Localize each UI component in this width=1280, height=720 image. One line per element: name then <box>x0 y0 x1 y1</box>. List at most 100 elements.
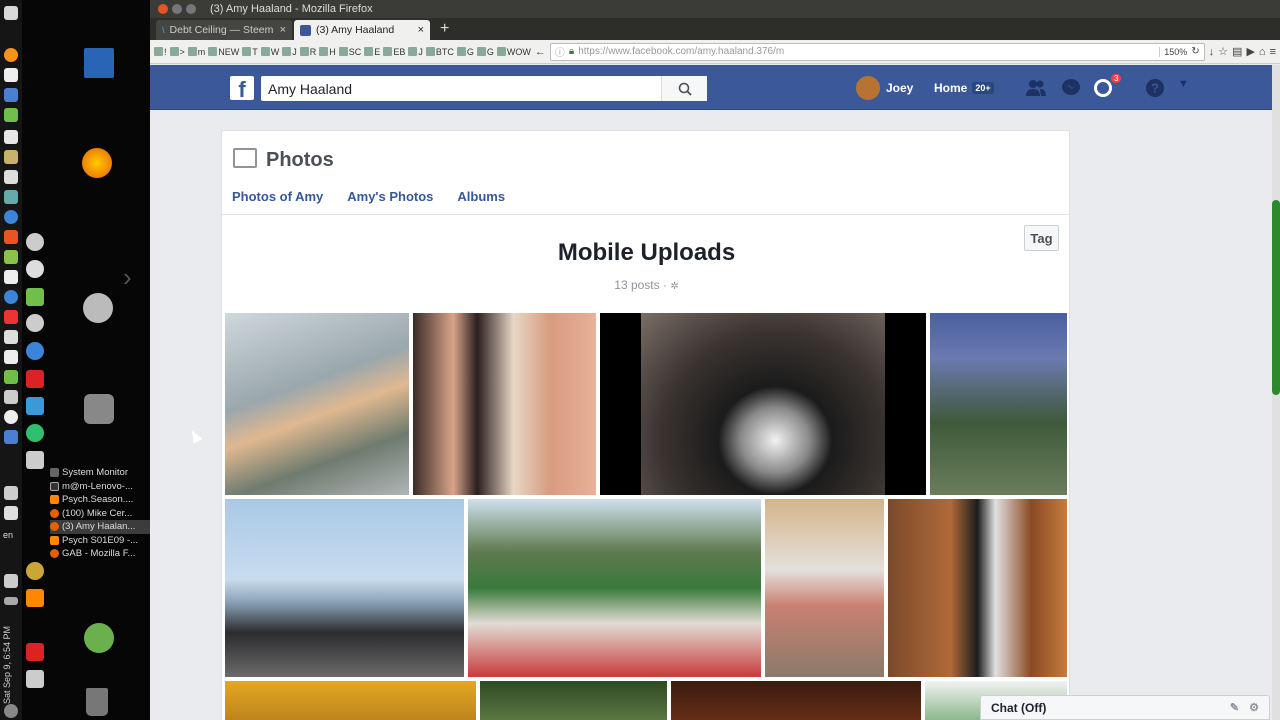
app-icon[interactable] <box>4 108 18 122</box>
app-icon[interactable] <box>4 170 18 184</box>
photo-gallery-bottom-2[interactable] <box>480 681 667 720</box>
window-list-item[interactable]: (100) Mike Cer... <box>50 507 150 521</box>
back-button[interactable]: ← <box>535 46 546 58</box>
app-icon[interactable] <box>26 451 44 469</box>
chat-bar[interactable]: Chat (Off) ✎ ⚙ <box>980 695 1270 720</box>
friend-requests-icon[interactable] <box>1025 78 1047 98</box>
photo-marathon-runners[interactable] <box>765 499 884 677</box>
profile-link[interactable]: Joey <box>856 76 913 100</box>
bookmark-item[interactable]: J <box>408 47 423 57</box>
app-icon[interactable] <box>26 342 44 360</box>
help-icon[interactable]: ? <box>1144 78 1166 98</box>
compose-icon[interactable]: ✎ <box>1230 701 1239 714</box>
messenger-icon[interactable] <box>1060 78 1082 98</box>
app-icon[interactable] <box>4 330 18 344</box>
clock[interactable]: Sat Sep 9, 6:54 PM <box>2 614 18 704</box>
app-icon[interactable] <box>26 397 44 415</box>
photo-three-women[interactable] <box>413 313 596 495</box>
bookmark-item[interactable]: G <box>476 47 494 57</box>
page-scrollbar[interactable] <box>1272 65 1280 720</box>
app-icon[interactable] <box>26 233 44 251</box>
app-icon[interactable] <box>26 288 44 306</box>
gear-icon[interactable]: ⚙ <box>1249 701 1259 714</box>
battery-icon[interactable] <box>4 597 18 605</box>
photo-woman-ferris-wheel[interactable] <box>225 313 409 495</box>
window-list-item[interactable]: GAB - Mozilla F... <box>50 547 150 561</box>
bookmark-item[interactable]: NEW <box>208 47 239 57</box>
bookmark-star-icon[interactable]: ☆ <box>1218 45 1228 58</box>
tab-steem[interactable]: \ Debt Ceiling — Steem × <box>156 20 292 40</box>
search-input[interactable] <box>261 76 661 101</box>
window-list-item[interactable]: Psych.Season.... <box>50 493 150 507</box>
user-icon[interactable] <box>84 623 114 653</box>
bookmark-item[interactable]: BTC <box>425 47 454 57</box>
photo-dog-on-stairs[interactable] <box>888 499 1067 677</box>
home-icon[interactable]: ⌂ <box>1259 46 1266 58</box>
new-tab-button[interactable]: + <box>432 20 457 40</box>
facebook-logo-icon[interactable]: f <box>230 76 254 100</box>
bookmark-item[interactable]: J <box>282 47 297 57</box>
trash-icon[interactable] <box>86 688 108 716</box>
bookmark-item[interactable]: E <box>364 47 380 57</box>
app-icon[interactable] <box>4 68 18 82</box>
window-list-item[interactable]: System Monitor <box>50 466 150 480</box>
youtube-icon[interactable]: ▶ <box>1246 45 1254 58</box>
network-icon[interactable] <box>4 486 18 500</box>
app-icon[interactable] <box>26 670 44 688</box>
bookmark-item[interactable]: SC <box>338 47 361 57</box>
app-icon[interactable] <box>4 270 18 284</box>
bookmark-item[interactable]: R <box>299 47 316 57</box>
close-tab-icon[interactable]: × <box>418 24 424 36</box>
app-icon[interactable] <box>83 293 113 323</box>
maximize-window-button[interactable] <box>186 4 196 14</box>
power-icon[interactable] <box>4 704 18 718</box>
vlc-icon[interactable] <box>26 589 44 607</box>
volume-icon[interactable] <box>4 574 18 588</box>
app-icon[interactable] <box>26 260 44 278</box>
app-icon[interactable] <box>4 48 18 62</box>
window-list-item[interactable]: Psych S01E09 -... <box>50 534 150 548</box>
home-link[interactable]: Home 20+ <box>934 81 994 95</box>
app-icon[interactable] <box>4 150 18 164</box>
photo-gallery-bottom-3[interactable] <box>671 681 921 720</box>
lang-indicator[interactable]: en <box>3 530 17 544</box>
window-list-item[interactable]: (3) Amy Haalan... <box>50 520 150 534</box>
document-icon[interactable] <box>84 48 114 78</box>
app-icon[interactable] <box>4 410 18 424</box>
bookmark-item[interactable]: EB <box>383 47 405 57</box>
scrollbar-thumb[interactable] <box>1272 200 1280 395</box>
firefox-icon[interactable] <box>82 148 112 178</box>
account-dropdown-icon[interactable]: ▼ <box>1178 78 1189 90</box>
bookmark-item[interactable]: m <box>187 47 205 57</box>
close-tab-icon[interactable]: × <box>280 24 286 36</box>
bookmark-item[interactable]: > <box>169 47 185 57</box>
filezilla-icon[interactable] <box>26 643 44 661</box>
bookmark-item[interactable]: W <box>260 47 279 57</box>
library-icon[interactable]: ▤ <box>1232 45 1242 58</box>
photo-festival-girls[interactable] <box>930 313 1067 495</box>
telegram-icon[interactable] <box>26 424 44 442</box>
tab-facebook[interactable]: (3) Amy Haaland × <box>294 20 430 40</box>
app-icon[interactable] <box>4 6 18 20</box>
reload-icon[interactable]: ↻ <box>1191 46 1199 57</box>
search-button[interactable] <box>661 76 707 101</box>
photo-gallery-bottom-1[interactable] <box>225 681 476 720</box>
terminal-icon[interactable] <box>4 506 18 520</box>
filezilla-icon[interactable] <box>26 370 44 388</box>
app-icon[interactable] <box>4 250 18 264</box>
app-icon[interactable] <box>4 290 18 304</box>
app-icon[interactable] <box>4 310 18 324</box>
url-bar[interactable]: ⓘ 🔒︎ https://www.facebook.com/amy.haalan… <box>549 42 1205 61</box>
bookmark-item[interactable]: G <box>456 47 474 57</box>
privacy-globe-icon[interactable]: ✲ <box>670 281 678 292</box>
tab-albums[interactable]: Albums <box>457 189 505 204</box>
app-icon[interactable] <box>4 130 18 144</box>
notifications-globe-icon[interactable] <box>1092 78 1114 98</box>
menu-icon[interactable]: ≡ <box>1270 46 1276 58</box>
app-icon[interactable] <box>4 350 18 364</box>
download-icon[interactable]: ↓ <box>1209 46 1215 58</box>
photo-fenway-park[interactable] <box>468 499 761 677</box>
bookmark-item[interactable]: WOW <box>496 47 531 57</box>
app-icon[interactable] <box>4 390 18 404</box>
app-icon[interactable] <box>4 88 18 102</box>
